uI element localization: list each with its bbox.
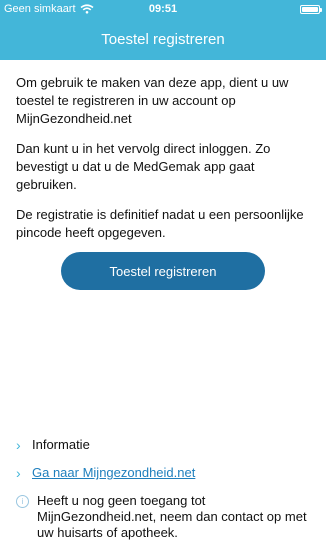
status-bar: Geen simkaart 09:51 (0, 0, 326, 18)
info-icon: i (16, 495, 29, 508)
mijngezondheid-link[interactable]: › Ga naar Mijngezondheid.net (16, 465, 310, 481)
info-link[interactable]: › Informatie (16, 437, 310, 453)
footer-links: › Informatie › Ga naar Mijngezondheid.ne… (0, 437, 326, 541)
page-title: Toestel registreren (101, 31, 225, 48)
mijngezondheid-link-label: Ga naar Mijngezondheid.net (32, 465, 196, 480)
paragraph-3: De registratie is definitief nadat u een… (16, 207, 304, 240)
register-device-button[interactable]: Toestel registreren (61, 252, 265, 290)
header-bar: Geen simkaart 09:51 Toestel registreren (0, 0, 326, 60)
paragraph-1: Om gebruik te maken van deze app, dient … (16, 75, 289, 126)
chevron-right-icon: › (16, 437, 21, 453)
intro-text: Om gebruik te maken van deze app, dient … (16, 74, 316, 254)
access-info: i Heeft u nog geen toegang tot MijnGezon… (16, 493, 310, 541)
battery-icon (300, 5, 322, 14)
chevron-right-icon: › (16, 465, 21, 481)
access-info-text: Heeft u nog geen toegang tot MijnGezondh… (37, 493, 307, 540)
paragraph-2: Dan kunt u in het vervolg direct inlogge… (16, 141, 271, 192)
status-time: 09:51 (148, 3, 178, 15)
info-link-label: Informatie (32, 437, 90, 452)
